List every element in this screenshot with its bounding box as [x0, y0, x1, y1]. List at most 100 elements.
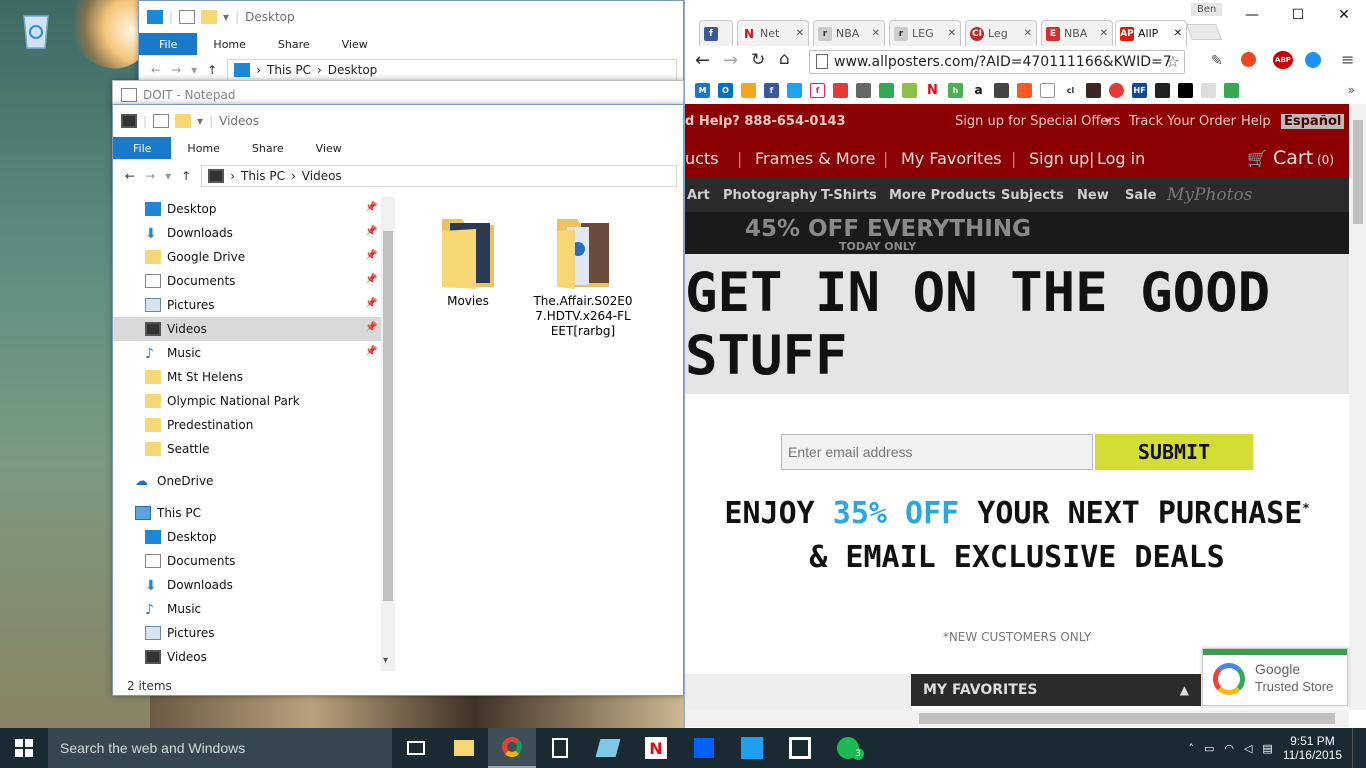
nav-item-onedrive[interactable]: ☁ OneDrive [113, 469, 381, 493]
espanol-link[interactable]: Español [1281, 113, 1345, 129]
ribbon-tab-home[interactable]: Home [197, 33, 261, 55]
tab-leg-reddit[interactable]: r LEG ✕ [889, 20, 961, 46]
pin-icon[interactable]: 📌 [365, 251, 377, 261]
bookmark-gray-icon[interactable] [856, 82, 871, 98]
qat-dropdown-icon[interactable]: ▾ [197, 114, 203, 128]
maximize-icon[interactable]: ☐ [1275, 0, 1321, 30]
nav-item-pc-music[interactable]: ♪ Music [113, 597, 381, 621]
nav-item-pc-desktop[interactable]: Desktop [113, 525, 381, 549]
amazon-icon[interactable]: a [971, 82, 986, 98]
special-offers-link[interactable]: Sign up for Special Offers [955, 114, 1120, 129]
new-tab-button[interactable] [1186, 24, 1222, 40]
nav-sale[interactable]: Sale [1125, 188, 1156, 203]
taskbar-search[interactable]: Search the web and Windows [48, 728, 392, 768]
tab-close-icon[interactable]: ✕ [796, 28, 804, 39]
tab-close-icon[interactable]: ✕ [1174, 28, 1182, 39]
recycle-bin-icon[interactable] [14, 8, 58, 52]
back-icon[interactable]: ← [695, 50, 710, 71]
google-trusted-store-badge[interactable]: Google Trusted Store [1202, 648, 1348, 706]
show-hidden-icons[interactable]: ˄ [1188, 742, 1194, 755]
track-order-link[interactable]: Track Your Order [1129, 114, 1236, 129]
task-view-icon[interactable] [392, 728, 440, 768]
calculator-icon[interactable] [536, 728, 584, 768]
menu-icon[interactable]: ≡ [1341, 50, 1354, 69]
ice-app-icon[interactable] [584, 728, 632, 768]
stumbleupon-icon[interactable] [1241, 52, 1256, 67]
netflix-taskbar-icon[interactable]: N [632, 728, 680, 768]
twitter-icon[interactable] [787, 82, 802, 98]
tab-close-icon[interactable]: ✕ [948, 28, 956, 39]
scrollbar-thumb[interactable] [919, 713, 1335, 724]
cart-icon[interactable]: 🛒 [1247, 149, 1267, 168]
ribbon-tab-view[interactable]: View [300, 137, 358, 159]
file-item-the-affair[interactable]: The.Affair.S02E07.HDTV.x264-FLEET[rarbg] [533, 211, 633, 339]
nav-products[interactable]: ucts [685, 149, 719, 168]
bookmark-orange2-icon[interactable] [1017, 82, 1032, 98]
nav-art[interactable]: Art [687, 188, 710, 203]
close-icon[interactable]: ✕ [1321, 0, 1366, 30]
show-desktop-button[interactable] [1352, 728, 1356, 768]
cart-link[interactable]: Cart [1273, 147, 1313, 169]
netflix-icon[interactable]: N [925, 82, 940, 98]
bookmark-red-icon[interactable] [833, 82, 848, 98]
bookmark-green-icon[interactable] [902, 82, 917, 98]
reload-icon[interactable]: ↻ [751, 50, 765, 70]
special-offers-dropdown-icon[interactable]: ▾ [1105, 116, 1110, 127]
navigation-scrollbar[interactable]: ▾ [381, 197, 395, 671]
bookmark-dark-icon[interactable] [994, 82, 1009, 98]
explorer-videos-window[interactable]: | ▾ | Videos File Home Share View ← → ▾ … [112, 104, 684, 696]
forward-icon[interactable]: → [145, 169, 155, 183]
bookmark-brown-icon[interactable] [1086, 82, 1101, 98]
twitter-taskbar-icon[interactable] [728, 728, 776, 768]
extension-icon[interactable] [1305, 52, 1321, 68]
tomato-icon[interactable] [1109, 82, 1124, 98]
bookmark-star-icon[interactable]: ☆ [1166, 52, 1180, 71]
scrollbar-thumb[interactable] [1353, 120, 1363, 224]
dropbox-icon[interactable] [680, 728, 728, 768]
file-item-movies[interactable]: Movies [413, 211, 523, 308]
new-folder-icon[interactable] [201, 10, 218, 24]
bookmark-pink-icon[interactable]: f [810, 82, 825, 98]
wifi-icon[interactable]: ◠ [1224, 742, 1234, 755]
help-link[interactable]: Help [1241, 114, 1271, 129]
nav-item-desktop[interactable]: Desktop 📌 [113, 197, 381, 221]
tab-legends[interactable]: CI Leg ✕ [965, 20, 1037, 46]
file-explorer-icon[interactable] [440, 728, 488, 768]
tab-close-icon[interactable]: ✕ [1100, 28, 1108, 39]
nav-item-this-pc[interactable]: This PC [113, 501, 381, 525]
bookmark-hf-icon[interactable]: HF [1132, 82, 1147, 98]
ribbon-tab-share[interactable]: Share [262, 33, 326, 55]
nav-frames[interactable]: Frames & More [755, 149, 876, 168]
nav-item-documents[interactable]: Documents 📌 [113, 269, 381, 293]
my-favorites-bar[interactable]: MY FAVORITES ▲ [911, 674, 1201, 706]
bookmark-m-icon[interactable]: M [695, 82, 710, 98]
forward-icon[interactable]: → [723, 50, 738, 71]
email-input[interactable] [781, 434, 1093, 470]
reddit-icon[interactable] [1201, 82, 1216, 98]
bookmark-doc-icon[interactable] [1040, 82, 1055, 98]
outlook-icon[interactable]: O [718, 82, 733, 98]
ribbon-tab-file[interactable]: File [113, 137, 172, 159]
tab-nba-espn[interactable]: E NBA ✕ [1041, 20, 1113, 46]
recent-dropdown-icon[interactable]: ▾ [165, 169, 171, 183]
tab-close-icon[interactable]: ✕ [1024, 28, 1032, 39]
chrome-window[interactable]: Ben — ☐ ✕ f N Net ✕ r NBA ✕ r LEG ✕ CI Leg ✕ E NB… [684, 0, 1366, 728]
nav-tshirts[interactable]: T-Shirts [821, 188, 877, 203]
bookmark-film-icon[interactable] [1178, 82, 1193, 98]
pin-icon[interactable]: 📌 [365, 323, 377, 333]
nav-item-pc-videos[interactable]: Videos [113, 645, 381, 669]
nav-item-mt-st-helens[interactable]: Mt St Helens [113, 365, 381, 389]
nav-item-pictures[interactable]: Pictures 📌 [113, 293, 381, 317]
nav-item-pc-downloads[interactable]: ⬇ Downloads [113, 573, 381, 597]
pin-icon[interactable]: 📌 [365, 299, 377, 309]
url-bar[interactable]: www.allposters.com/?AID=470111166&KWID=7… [809, 50, 1185, 74]
chrome-taskbar-icon[interactable] [488, 728, 536, 768]
nav-photography[interactable]: Photography [723, 188, 817, 203]
back-icon[interactable]: ← [125, 169, 135, 183]
play-store-icon[interactable] [879, 82, 894, 98]
tab-close-icon[interactable]: ✕ [872, 28, 880, 39]
facebook-icon[interactable]: f [764, 82, 779, 98]
ribbon-tab-home[interactable]: Home [171, 137, 235, 159]
forward-icon[interactable]: → [171, 63, 181, 77]
nav-item-music[interactable]: ♪ Music 📌 [113, 341, 381, 365]
